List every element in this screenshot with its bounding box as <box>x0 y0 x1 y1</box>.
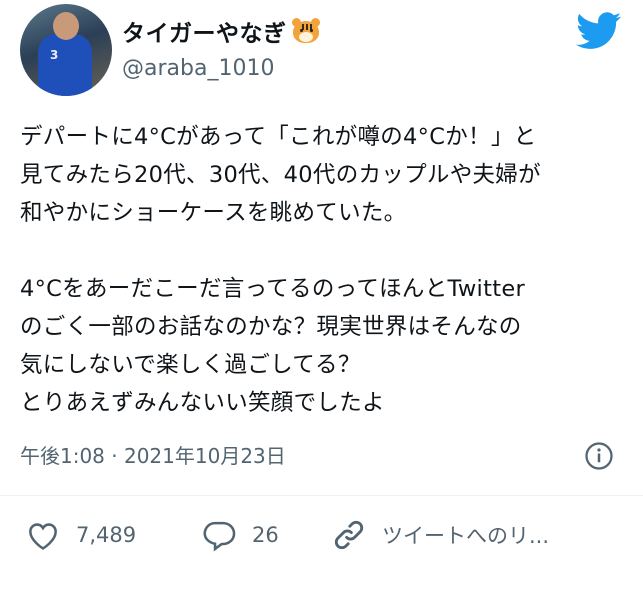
reply-bubble-icon <box>203 521 236 552</box>
name-row: タイガーやなぎ <box>122 14 321 48</box>
avatar-head <box>53 12 79 40</box>
tweet-timestamp[interactable]: 午後1:08 · 2021年10月23日 <box>20 440 286 469</box>
tweet-line: のごく一部のお話なのかな？現実世界はそんなの <box>20 314 522 340</box>
heart-icon <box>29 523 57 550</box>
tweet-line: 気にしないで楽しく過ごしてる？ <box>20 352 361 378</box>
tweet-line: とりあえずみんないい笑顔でしたよ <box>20 390 385 416</box>
avatar[interactable]: 3 <box>20 4 112 96</box>
link-icon <box>334 520 364 550</box>
tiger-face-emoji-icon <box>291 17 321 45</box>
reply-count: 26 <box>252 523 279 547</box>
avatar-shirt <box>38 34 92 96</box>
info-icon[interactable] <box>584 441 614 471</box>
tweet-line: 4°Cをあーだこーだ言ってるのってほんとTwitter <box>20 276 526 302</box>
user-handle[interactable]: @araba_1010 <box>122 56 274 81</box>
reply-button[interactable]: 26 <box>200 510 279 560</box>
tweet-text: デパートに4°Cがあって「これが噂の4°Cか！」と 見てみたら20代、30代、4… <box>20 118 630 422</box>
copy-link-button[interactable]: ツイートへのリ... <box>330 510 549 560</box>
tweet-line: 見てみたら20代、30代、40代のカップルや夫婦が <box>20 162 541 188</box>
copy-link-label: ツイートへのリ... <box>382 524 550 548</box>
tweet-line: デパートに4°Cがあって「これが噂の4°Cか！」と <box>20 124 537 150</box>
display-name[interactable]: タイガーやなぎ <box>122 14 287 48</box>
tweet-header: 3 タイガーやなぎ @araba_1010 <box>0 0 643 110</box>
action-bar: 7,489 26 ツイートへのリ... <box>0 510 643 560</box>
divider <box>0 495 643 496</box>
tweet-line: 和やかにショーケースを眺めていた。 <box>20 200 407 226</box>
like-button[interactable]: 7,489 <box>24 510 136 560</box>
avatar-jersey-number: 3 <box>50 48 59 62</box>
like-count: 7,489 <box>76 523 137 547</box>
twitter-bird-icon[interactable] <box>576 12 622 50</box>
